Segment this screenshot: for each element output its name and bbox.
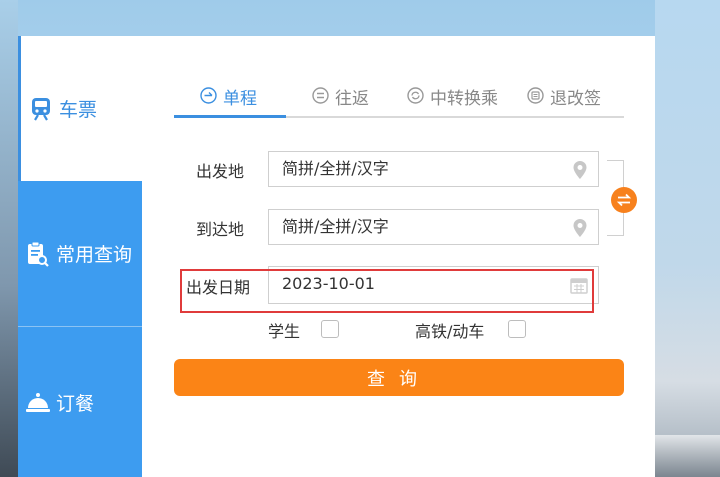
to-station-placeholder: 简拼/全拼/汉字: [282, 217, 389, 236]
tab-label: 中转换乘: [430, 89, 498, 109]
tab-label: 单程: [223, 89, 257, 109]
student-checkbox[interactable]: [321, 320, 339, 338]
tab-round-trip[interactable]: 往返: [312, 84, 369, 116]
swap-arrows-icon: [616, 193, 632, 207]
ticket-search-panel: 车票 常用查询 订餐 单程 往返 中转换乘 退改签 出发地 简拼/全拼/汉字 到…: [18, 36, 655, 477]
tab-label: 往返: [335, 89, 369, 109]
sidebar-item-tickets[interactable]: 车票: [18, 36, 142, 181]
equals-circle-icon: [312, 87, 329, 104]
sidebar-item-label: 订餐: [56, 392, 95, 415]
tab-transfer[interactable]: 中转换乘: [407, 84, 498, 116]
location-pin-icon: [573, 161, 587, 179]
tab-label: 退改签: [550, 89, 601, 109]
train-icon: [29, 96, 53, 122]
tab-one-way[interactable]: 单程: [200, 84, 257, 116]
sidebar-item-common-query[interactable]: 常用查询: [18, 181, 142, 326]
background-left: [0, 0, 18, 477]
tab-refund-change[interactable]: 退改签: [527, 84, 601, 116]
highspeed-label: 高铁/动车: [415, 322, 485, 341]
clipboard-search-icon: [26, 241, 50, 267]
to-label: 到达地: [196, 220, 245, 239]
active-tab-underline: [174, 115, 286, 118]
ticket-circle-icon: [527, 87, 544, 104]
sidebar-item-label: 常用查询: [56, 244, 133, 266]
sidebar: 车票 常用查询 订餐: [18, 36, 142, 477]
sidebar-item-label: 车票: [59, 99, 98, 121]
background-right: [655, 0, 720, 477]
from-label: 出发地: [196, 162, 245, 181]
arrow-right-circle-icon: [200, 87, 217, 104]
student-label: 学生: [268, 322, 301, 341]
sidebar-item-meal[interactable]: 订餐: [18, 326, 142, 477]
query-button[interactable]: 查询: [174, 359, 624, 396]
to-station-input[interactable]: 简拼/全拼/汉字: [268, 209, 599, 245]
highspeed-checkbox[interactable]: [508, 320, 526, 338]
food-cloche-icon: [26, 389, 50, 415]
trip-type-tabs: 单程 往返 中转换乘 退改签: [174, 78, 624, 118]
swap-stations-button[interactable]: [611, 187, 637, 213]
date-row-highlight-box: [180, 269, 594, 313]
from-station-input[interactable]: 简拼/全拼/汉字: [268, 151, 599, 187]
location-pin-icon: [573, 219, 587, 237]
from-station-placeholder: 简拼/全拼/汉字: [282, 159, 389, 178]
refresh-circle-icon: [407, 87, 424, 104]
